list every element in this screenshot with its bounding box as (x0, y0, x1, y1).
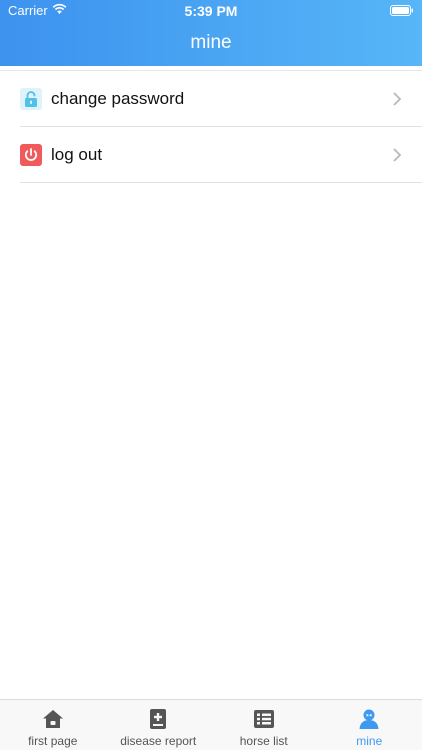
tab-disease-report-label: disease report (120, 734, 197, 748)
tab-first-page-label: first page (28, 734, 78, 748)
lock-icon (20, 87, 42, 110)
header: Carrier 5:39 PM mine (0, 0, 422, 66)
log-out-label: log out (51, 144, 103, 164)
tab-horse-list-label: horse list (239, 734, 288, 748)
page-title: mine (190, 32, 232, 53)
report-icon (150, 709, 167, 729)
tab-horse-list[interactable]: horse list (211, 700, 317, 750)
change-password-label: change password (51, 88, 185, 108)
tab-bar: first page disease report horse list min… (0, 699, 422, 750)
status-bar: Carrier 5:39 PM (0, 0, 422, 22)
change-password-row[interactable]: change password (20, 71, 422, 127)
tab-mine-label: mine (356, 734, 383, 748)
tab-disease-report[interactable]: disease report (106, 700, 212, 750)
chevron-right-icon (393, 148, 402, 162)
tab-mine[interactable]: mine (317, 700, 422, 750)
battery-icon (390, 5, 413, 16)
settings-menu: change password log out (0, 70, 422, 183)
home-icon (42, 710, 63, 728)
list-icon (253, 710, 274, 728)
chevron-right-icon (393, 92, 402, 106)
power-icon (20, 143, 42, 166)
tab-first-page[interactable]: first page (0, 700, 106, 750)
user-icon (359, 709, 379, 729)
clock: 5:39 PM (184, 3, 238, 19)
log-out-row[interactable]: log out (20, 127, 422, 183)
